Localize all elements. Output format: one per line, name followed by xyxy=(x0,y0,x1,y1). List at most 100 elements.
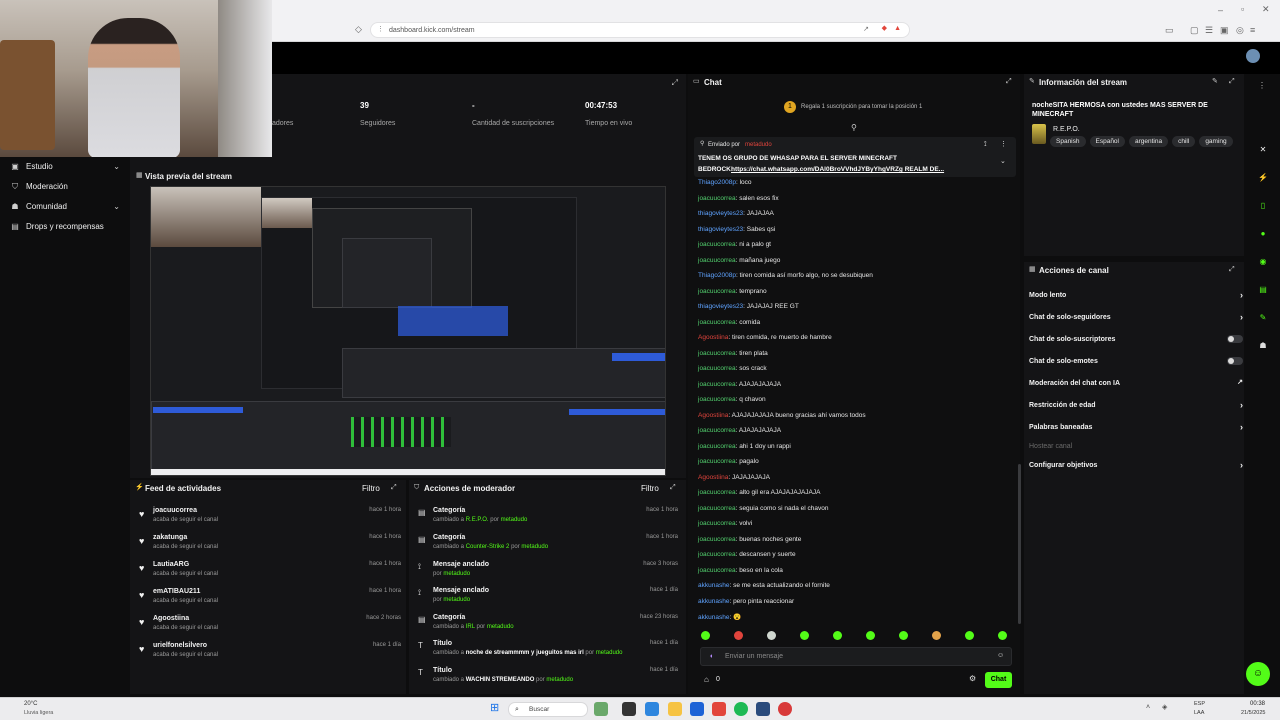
list-item[interactable]: ♥ urielfonelsilvero acaba de seguir el c… xyxy=(137,642,405,668)
expand-icon[interactable]: ⤢ xyxy=(670,484,676,491)
rewards-icon[interactable]: ▲ xyxy=(894,25,901,32)
send-chat-button[interactable]: Chat xyxy=(985,672,1012,688)
chat-username[interactable]: joacuucorrea xyxy=(698,381,736,388)
chat-message[interactable]: joacuucorrea: comida xyxy=(698,319,760,326)
action-ai-moderation[interactable]: Moderación del chat con IA ↗ xyxy=(1029,379,1243,387)
chat-username[interactable]: joacuucorrea xyxy=(698,489,736,496)
chevron-up-icon[interactable]: ˄ xyxy=(1146,704,1150,711)
emote-7[interactable] xyxy=(899,631,908,640)
chat-scrollbar[interactable] xyxy=(1018,464,1021,624)
windows-start-icon[interactable]: ⊞ xyxy=(490,703,499,714)
action-subscribers-only[interactable]: Chat de solo-suscriptores xyxy=(1029,335,1243,343)
chat-username[interactable]: joacuucorrea xyxy=(698,551,736,558)
list-item[interactable]: ♥ LautiaARG acaba de seguir el canal hac… xyxy=(137,561,405,587)
extensions-icon[interactable]: ▢ xyxy=(1190,26,1199,35)
wallet-icon[interactable]: ▣ xyxy=(1220,26,1229,35)
emote-5[interactable] xyxy=(833,631,842,640)
chat-message[interactable]: joacuucorrea: beso en la cola xyxy=(698,567,783,574)
brave-shield-icon[interactable]: ◆ xyxy=(882,25,887,32)
menu-icon[interactable]: ≡ xyxy=(1250,26,1255,35)
chat-message[interactable]: thiagovieytes23: JAJAJAJ REE GT xyxy=(698,303,799,310)
sidebar-item-estudio[interactable]: ▣ Estudio ⌄ xyxy=(10,162,122,171)
chat-username[interactable]: joacuucorrea xyxy=(698,520,736,527)
chat-username[interactable]: joacuucorrea xyxy=(698,458,736,465)
chat-message[interactable]: Agoostiina: AJAJAJAJAJA bueno gracias ah… xyxy=(698,412,866,419)
list-item[interactable]: ⟟ Mensaje anclado por metadudo hace 3 ho… xyxy=(416,561,682,587)
emote-1[interactable] xyxy=(701,631,710,640)
chat-message[interactable]: joacuucorrea: temprano xyxy=(698,288,767,295)
chat-message[interactable]: joacuucorrea: q chavon xyxy=(698,396,766,403)
chat-username[interactable]: Agoostiina xyxy=(698,334,728,341)
chat-message[interactable]: joacuucorrea: volvi xyxy=(698,520,752,527)
chat-username[interactable]: akkunashe xyxy=(698,614,729,621)
audio-icon[interactable]: ◉ xyxy=(1256,255,1270,269)
list-item[interactable]: T Título cambiado a noche de streammmm y… xyxy=(416,640,682,666)
chat-username[interactable]: joacuucorrea xyxy=(698,567,736,574)
taskbar-search[interactable]: ⌕ Buscar xyxy=(508,702,588,717)
address-bar[interactable]: ⋮ dashboard.kick.com/stream ↗ ◆ ▲ xyxy=(370,22,910,38)
more-icon[interactable]: ⋮ xyxy=(1258,82,1266,90)
task-view-icon[interactable] xyxy=(622,702,636,716)
expand-icon[interactable]: ⤢ xyxy=(1006,78,1012,85)
chevron-down-icon[interactable]: ⌄ xyxy=(1000,158,1006,165)
sidebar-toggle-icon[interactable]: ▭ xyxy=(1165,26,1174,35)
bookmark-icon[interactable]: ◇ xyxy=(355,25,362,34)
chat-message[interactable]: Thiago2008p: tiren comida así morfo algo… xyxy=(698,272,873,279)
chat-message[interactable]: joacuucorrea: tiren plata xyxy=(698,350,768,357)
chat-username[interactable]: thiagovieytes23 xyxy=(698,210,743,217)
list-item[interactable]: ▤ Categoría cambiado a Counter-Strike 2 … xyxy=(416,534,682,560)
list-item[interactable]: ▤ Categoría cambiado a IRL por metadudo … xyxy=(416,614,682,640)
lightning-icon[interactable]: ⚡ xyxy=(1256,171,1270,185)
chat-message[interactable]: akkunashe: 😮 xyxy=(698,613,741,621)
list-item[interactable]: ⟟ Mensaje anclado por metadudo hace 1 dí… xyxy=(416,587,682,613)
chat-username[interactable]: joacuucorrea xyxy=(698,505,736,512)
list-item[interactable]: T Título cambiado a WACHIN STREMEANDO po… xyxy=(416,667,682,693)
chat-username[interactable]: Agoostiina xyxy=(698,412,728,419)
avatar[interactable] xyxy=(1246,49,1260,63)
chat-message[interactable]: joacuucorrea: seguia como si nada el cha… xyxy=(698,505,828,512)
vpn-icon[interactable]: ◎ xyxy=(1236,26,1244,35)
expand-icon[interactable]: ⤢ xyxy=(1229,78,1235,85)
chat-message[interactable]: joacuucorrea: ni a palo gt xyxy=(698,241,771,248)
action-slow-mode[interactable]: Modo lento › xyxy=(1029,291,1243,300)
chat-message[interactable]: joacuucorrea: AJAJAJAJAJA xyxy=(698,381,781,388)
activity-filter-button[interactable]: Filtro xyxy=(362,484,380,493)
chat-message[interactable]: Agoostiina: JAJAJAJAJA xyxy=(698,474,770,481)
sidebar-item-moderacion[interactable]: ⛉ Moderación xyxy=(10,182,68,191)
emote-4[interactable] xyxy=(800,631,809,640)
gift-icon[interactable]: 1 xyxy=(784,101,796,113)
list-item[interactable]: ♥ Agoostiina acaba de seguir el canal ha… xyxy=(137,615,405,641)
emotes-only-toggle[interactable] xyxy=(1227,357,1243,365)
chat-message[interactable]: Agoostiina: tiren comida, re muerto de h… xyxy=(698,334,832,341)
emote-9[interactable] xyxy=(965,631,974,640)
file-explorer-icon[interactable] xyxy=(668,702,682,716)
chat-message[interactable]: joacuucorrea: mañana juego xyxy=(698,257,780,264)
sidebar-item-comunidad[interactable]: ☗ Comunidad ⌄ xyxy=(10,202,122,211)
chat-message[interactable]: thiagovieytes23: JAJAJAA xyxy=(698,210,774,217)
emote-8[interactable] xyxy=(932,631,941,640)
pinned-link[interactable]: https://chat.whatsapp.com/DAl0BroVVhdJYB… xyxy=(731,166,944,173)
chat-input[interactable]: ◖ Enviar un mensaje ☺ xyxy=(700,647,1012,666)
action-configure-goals[interactable]: Configurar objetivos › xyxy=(1029,461,1243,470)
chat-username[interactable]: Thiago2008p xyxy=(698,179,736,186)
emote-3[interactable] xyxy=(767,631,776,640)
list-item[interactable]: ♥ joacuucorrea acaba de seguir el canal … xyxy=(137,507,405,533)
document-icon[interactable]: ▯ xyxy=(1256,199,1270,213)
chat-username[interactable]: Agoostiina xyxy=(698,474,728,481)
action-followers-only[interactable]: Chat de solo-seguidores › xyxy=(1029,313,1243,322)
maximize-icon[interactable]: ▫ xyxy=(1241,5,1244,14)
chat-message[interactable]: akkunashe: se me esta actualizando el fo… xyxy=(698,582,830,589)
settings-icon[interactable]: ⚙ xyxy=(969,675,976,683)
action-age-restriction[interactable]: Restricción de edad › xyxy=(1029,401,1243,410)
store-icon[interactable] xyxy=(690,702,704,716)
chat-message[interactable]: joacuucorrea: salen esos fix xyxy=(698,195,779,202)
chat-message[interactable]: thiagovieytes23: Sabes qsi xyxy=(698,226,775,233)
chat-message[interactable]: joacuucorrea: pagalo xyxy=(698,458,759,465)
site-info-icon[interactable]: ⋮ xyxy=(377,26,384,33)
chat-username[interactable]: thiagovieytes23 xyxy=(698,303,743,310)
more-icon[interactable]: ⋮ xyxy=(1000,141,1007,148)
chat-message[interactable]: Thiago2008p: loco xyxy=(698,179,752,186)
list-item[interactable]: ♥ emATIBAU211 acaba de seguir el canal h… xyxy=(137,588,405,614)
emote-2[interactable] xyxy=(734,631,743,640)
chat-username[interactable]: joacuucorrea xyxy=(698,427,736,434)
